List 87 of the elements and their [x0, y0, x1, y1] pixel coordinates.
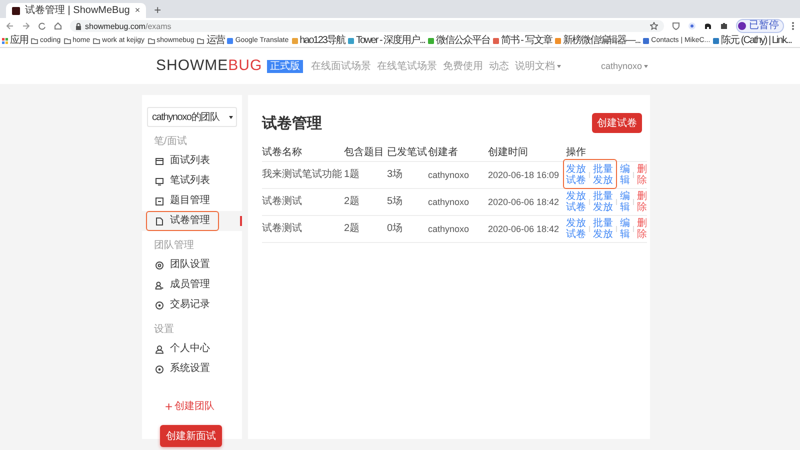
reload-icon[interactable]	[38, 22, 46, 30]
action-link[interactable]: 编辑	[620, 164, 630, 186]
action-link[interactable]: 批量发放	[593, 218, 613, 240]
address-bar[interactable]: showmebug.com/exams	[70, 20, 664, 32]
section-label: 设置	[154, 324, 175, 336]
column-header: 已发笔试	[387, 145, 428, 162]
person-icon	[155, 344, 164, 354]
gear-icon	[155, 260, 164, 270]
sidebar-item[interactable]: 交易记录	[146, 295, 219, 315]
create-team-link[interactable]: +创建团队	[165, 401, 215, 413]
version-badge: 正式版	[267, 60, 304, 72]
folder-icon	[148, 38, 155, 44]
table-cell: 2题	[344, 196, 360, 208]
table-cell: 3场	[387, 169, 403, 181]
create-exam-button[interactable]: 创建试卷	[592, 113, 642, 133]
table-cell: 我来测试笔试功能	[262, 169, 342, 181]
lock-icon	[76, 22, 81, 30]
section-label: 团队管理	[154, 240, 195, 252]
folder-icon	[64, 38, 71, 44]
circle-icon	[155, 300, 164, 310]
folder-icon	[93, 38, 100, 44]
action-link[interactable]: 批量发放	[593, 164, 613, 186]
shield-icon[interactable]	[672, 22, 680, 30]
create-interview-button[interactable]: 创建新面试	[160, 425, 222, 447]
folder-icon	[31, 38, 38, 44]
action-link[interactable]: 编辑	[620, 218, 630, 240]
card-icon	[155, 156, 164, 166]
sidebar-item[interactable]: 成员管理	[146, 275, 219, 295]
home-icon[interactable]	[54, 22, 62, 30]
table-cell: 0场	[387, 223, 403, 235]
document-icon	[155, 216, 164, 226]
new-tab-button[interactable]: +	[154, 3, 162, 17]
bookmark[interactable]: 简书 - 写文章	[492, 34, 552, 46]
close-icon[interactable]: ×	[134, 5, 140, 16]
bookmark[interactable]: 微信公众平台	[428, 34, 490, 46]
action-link[interactable]: 发放试卷	[566, 164, 586, 186]
sidebar-item[interactable]: 团队设置	[146, 255, 219, 275]
back-icon[interactable]	[6, 22, 14, 30]
square-icon	[155, 196, 164, 206]
user-menu[interactable]: cathynoxo	[600, 61, 648, 71]
monitor-icon	[155, 176, 164, 186]
table-cell: cathynoxo	[428, 169, 470, 181]
table-cell: 5场	[387, 196, 403, 208]
apps-grid-icon	[2, 38, 8, 44]
extension-icon[interactable]	[688, 22, 696, 30]
table-cell: cathynoxo	[428, 223, 470, 235]
forward-icon[interactable]	[22, 22, 30, 30]
table-cell: 试卷测试	[262, 196, 302, 208]
people-icon	[155, 280, 164, 290]
bookmark[interactable]: Tower - 深度用户...	[348, 34, 425, 46]
sidebar-item[interactable]: 系统设置	[146, 359, 219, 379]
page-title: 试卷管理	[262, 114, 322, 132]
table-cell: cathynoxo	[428, 196, 470, 208]
column-header: 创建时间	[488, 145, 566, 162]
column-header: 创建者	[428, 145, 488, 162]
action-link[interactable]: 批量发放	[593, 191, 613, 213]
sidebar-item[interactable]: 面试列表	[146, 151, 219, 171]
section-label: 笔/面试	[154, 136, 188, 148]
bookmark[interactable]: hao123导航	[292, 34, 345, 46]
star-icon[interactable]	[650, 22, 658, 30]
profile-button[interactable]: 已暂停	[736, 19, 784, 33]
bookmark[interactable]: 运营	[197, 34, 224, 46]
bookmark[interactable]: 新榜微信编辑器—...	[554, 34, 640, 46]
circle-icon	[155, 364, 164, 374]
column-header: 试卷名称	[262, 145, 344, 162]
table-cell: 试卷测试	[262, 223, 302, 235]
column-header: 操作	[566, 145, 647, 162]
showmebug-logo[interactable]: SHOWMEBUG	[156, 57, 262, 75]
table-cell: 2020-06-06 18:42	[488, 196, 560, 208]
table-cell: 2020-06-18 16:09	[488, 169, 560, 181]
table-cell: 2题	[344, 223, 360, 235]
folder-icon	[197, 38, 204, 44]
action-link[interactable]: 编辑	[620, 191, 630, 213]
sidebar-item[interactable]: 试卷管理	[146, 211, 219, 231]
bookmark[interactable]: 应用	[2, 34, 28, 46]
column-header: 包含题目	[344, 145, 387, 162]
sidebar-item[interactable]: 个人中心	[146, 339, 219, 359]
action-link[interactable]: 发放试卷	[566, 191, 586, 213]
sidebar-item[interactable]: 题目管理	[146, 191, 219, 211]
bookmark[interactable]: 陈元 (Cathy) | Link...	[713, 34, 792, 46]
sidebar-item[interactable]: 笔试列表	[146, 171, 219, 191]
table-cell: 2020-06-06 18:42	[488, 223, 560, 235]
browser-tab[interactable]: 试卷管理 | ShowMeBug ×	[6, 3, 146, 18]
table-cell: 1题	[344, 169, 360, 181]
favicon-icon	[12, 6, 20, 14]
team-select[interactable]: cathynoxo的团队	[147, 107, 237, 127]
action-link[interactable]: 发放试卷	[566, 218, 586, 240]
